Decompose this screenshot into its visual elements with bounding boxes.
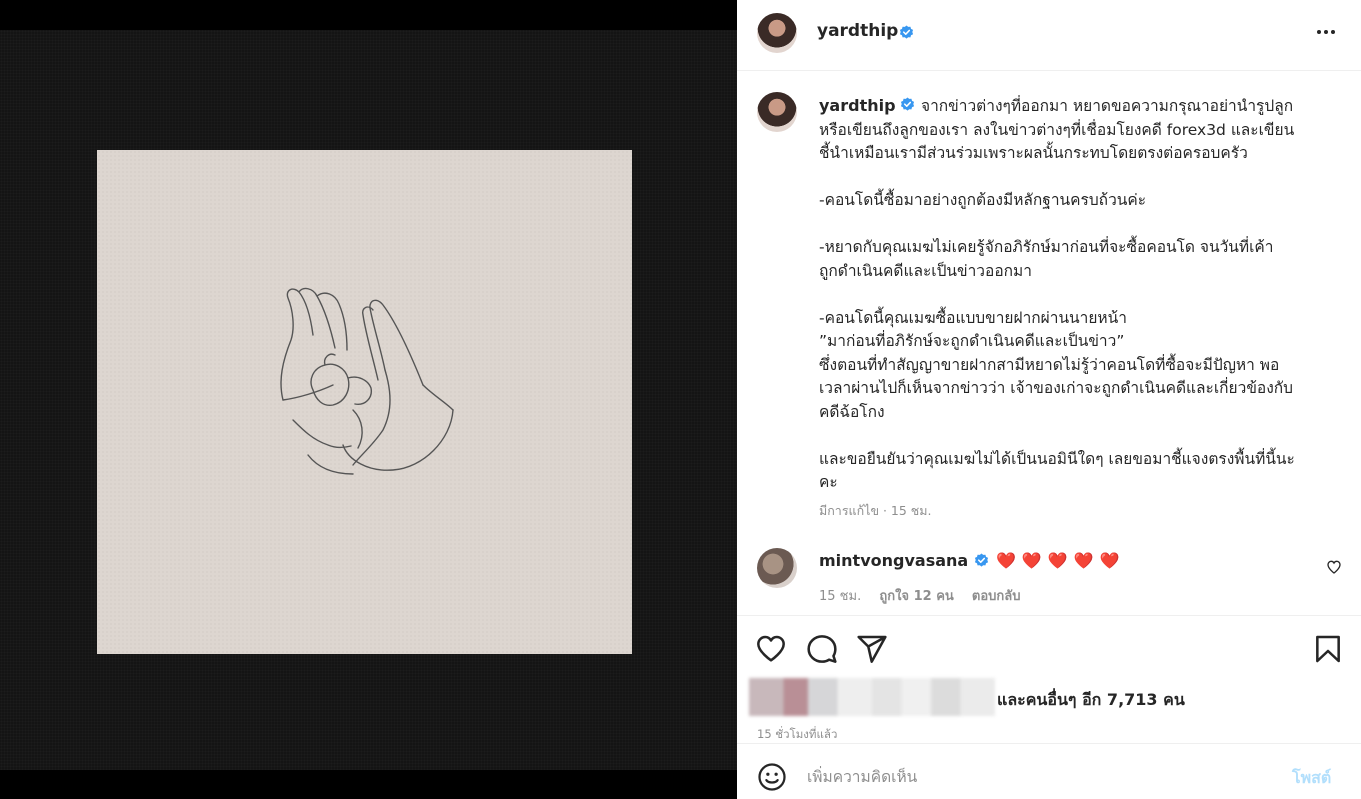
caption-line: -หยาดกับคุณเมฆไม่เคยรู้จักอภิรักษ์มาก่อน… <box>819 238 1274 256</box>
verified-badge-icon <box>899 25 914 39</box>
commenter-username[interactable]: mintvongvasana <box>819 551 968 570</box>
caption-username[interactable]: yardthip <box>819 96 896 115</box>
emoji-icon[interactable] <box>757 762 787 792</box>
comment-item: mintvongvasana ❤️❤️❤️❤️❤️ 15 ชม. ถูกใจ 1… <box>737 546 1361 616</box>
post-media-pane <box>0 0 737 799</box>
post-header: yardthip <box>737 0 1361 71</box>
commenter-avatar[interactable] <box>757 548 797 588</box>
liker-avatars-blurred <box>749 678 995 716</box>
caption-line: หรือเขียนถึงลูกของเรา ลงในข่าวต่างๆที่เช… <box>819 120 1295 139</box>
post-details-panel: yardthip yardthip จากข่าวต่างๆที่ออกมา หย… <box>737 0 1361 799</box>
caption-line: ถูกดำเนินคดีและเป็นข่าวออกมา <box>819 261 1032 280</box>
post-timestamp[interactable]: 15 ชั่วโมงที่แล้ว <box>757 726 837 744</box>
comment-reply-button[interactable]: ตอบกลับ <box>972 589 1021 604</box>
comment-meta: 15 ชม. ถูกใจ 12 คน ตอบกลับ <box>819 585 1035 606</box>
comment-likes[interactable]: ถูกใจ 12 คน <box>879 589 953 604</box>
caption-line: ”มาก่อนที่อภิรักษ์จะถูกดำเนินคดีและเป็นข… <box>819 332 1125 350</box>
caption-line: ชี้นำเหมือนเรามีส่วนร่วมเพราะผลนั้นกระทบ… <box>819 144 1248 162</box>
caption-line: ซึ่งตอนที่ทำสัญญาขายฝากสามีหยาดไม่รู้ว่า… <box>819 355 1280 374</box>
hands-drawing <box>280 287 454 475</box>
caption-line <box>819 213 1339 237</box>
likes-summary: และคนอื่นๆ อีก 7,713 คน <box>749 678 1361 718</box>
verified-badge-icon <box>974 553 989 567</box>
caption-line: -คอนโดนี้ซื้อมาอย่างถูกต้องมีหลักฐานครบถ… <box>819 191 1147 209</box>
author-username[interactable]: yardthip <box>817 21 898 41</box>
caption-line <box>819 424 1339 448</box>
caption-line: คดีฉ้อโกง <box>819 402 885 421</box>
caption-line <box>819 166 1339 190</box>
caption-line: คะ <box>819 473 838 491</box>
caption-username-spacer: yardthip <box>819 94 921 119</box>
share-icon[interactable] <box>856 633 888 665</box>
comment-text: ❤️❤️❤️❤️❤️ <box>996 551 1126 570</box>
post-caption: yardthip จากข่าวต่างๆที่ออกมา หยาดขอความก… <box>819 94 1339 495</box>
heart-icon[interactable] <box>1326 559 1342 575</box>
post-action-bar <box>737 617 1361 677</box>
heart-icon[interactable] <box>755 633 787 665</box>
caption-author-avatar[interactable] <box>757 92 797 132</box>
add-comment-bar: โพสต์ <box>737 743 1361 799</box>
bookmark-icon[interactable] <box>1312 633 1344 665</box>
caption-line: และขอยืนยันว่าคุณเมฆไม่ได้เป็นนอมินีใดๆ … <box>819 449 1295 468</box>
likes-count[interactable]: และคนอื่นๆ อีก 7,713 คน <box>997 688 1185 713</box>
comment-input[interactable] <box>807 760 1277 794</box>
caption-line: -คอนโดนี้คุณเมฆซื้อแบบขายฝากผ่านนายหน้า <box>819 308 1127 327</box>
comments-scroll-area[interactable]: yardthip จากข่าวต่างๆที่ออกมา หยาดขอความก… <box>737 71 1361 616</box>
caption-line: เวลาผ่านไปก็เห็นจากข่าวว่า เจ้าของเก่าจะ… <box>819 379 1294 397</box>
caption-line-text: จากข่าวต่างๆที่ออกมา หยาดขอความกรุณาอย่า… <box>921 97 1294 115</box>
comment-time[interactable]: 15 ชม. <box>819 589 861 604</box>
more-options-icon[interactable] <box>1311 20 1341 44</box>
caption-line: yardthip จากข่าวต่างๆที่ออกมา หยาดขอความก… <box>819 94 1339 119</box>
caption-edited-meta: มีการแก้ไข · 15 ชม. <box>819 503 932 518</box>
comment-icon[interactable] <box>806 633 838 665</box>
post-comment-button[interactable]: โพสต์ <box>1292 766 1331 791</box>
post-image[interactable] <box>97 150 632 654</box>
author-avatar[interactable] <box>757 13 797 53</box>
caption-line <box>819 283 1339 307</box>
